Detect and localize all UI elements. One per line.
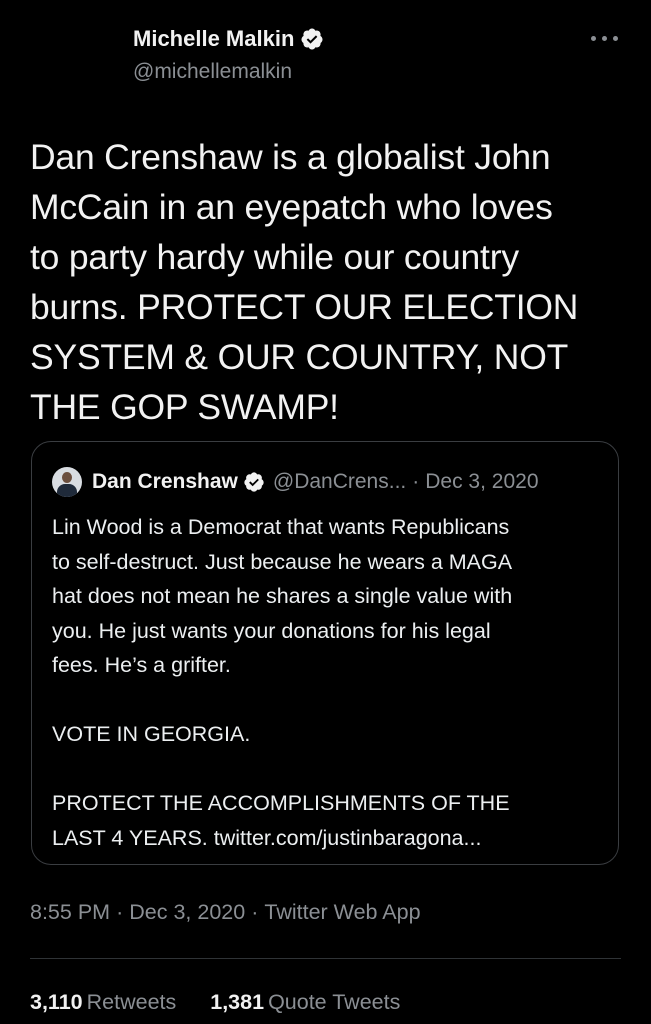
quoted-author-handle: @DanCrens... (272, 470, 407, 493)
more-options-icon[interactable] (588, 28, 622, 48)
tweet-source[interactable]: Twitter Web App (264, 900, 420, 924)
author-avatar[interactable] (30, 22, 112, 104)
quote-tweets-count: 1,381 (210, 990, 265, 1014)
meta-dot: · (116, 900, 124, 924)
quoted-vote-line: VOTE IN GEORGIA. (52, 722, 251, 746)
quoted-separator: · (412, 470, 420, 493)
tweet-text-line: Dan Crenshaw is a globalist John (30, 137, 551, 177)
quoted-link[interactable]: twitter.com/justinbaragona... (214, 826, 482, 850)
quoted-text-line: to self-destruct. Just because he wears … (52, 549, 513, 574)
quote-tweets-label: Quote Tweets (268, 990, 401, 1014)
quoted-author-name: Dan Crenshaw (92, 470, 238, 493)
tweet-text: Dan Crenshaw is a globalist John McCain … (30, 132, 630, 432)
verified-badge-icon (244, 472, 264, 492)
quoted-author-avatar (52, 467, 82, 497)
author-name[interactable]: Michelle Malkin (133, 26, 324, 52)
quote-tweets-stat[interactable]: 1,381 Quote Tweets (210, 990, 400, 1015)
tweet-text-line: to party hardy while our country (30, 237, 519, 277)
quoted-text-line: you. He just wants your donations for hi… (52, 618, 491, 643)
quoted-text-line: hat does not mean he shares a single val… (52, 584, 513, 608)
quoted-protect-prefix: LAST 4 YEARS. (52, 825, 208, 850)
tweet-text-line: burns. PROTECT OUR ELECTION (30, 287, 579, 327)
tweet-text-line: SYSTEM & OUR COUNTRY, NOT (30, 337, 569, 377)
author-handle[interactable]: @michellemalkin (133, 60, 292, 84)
quoted-tweet-header: Dan Crenshaw @DanCrens... · Dec 3, 2020 (52, 466, 539, 498)
tweet-text-line: McCain in an eyepatch who loves (30, 187, 553, 227)
retweets-label: Retweets (86, 990, 177, 1014)
quoted-protect-line: PROTECT THE ACCOMPLISHMENTS OF THE (52, 791, 510, 815)
tweet-time[interactable]: 8:55 PM (30, 900, 110, 924)
tweet-header: Michelle Malkin @michellemalkin (0, 0, 651, 110)
divider (30, 958, 621, 959)
retweets-stat[interactable]: 3,110 Retweets (30, 990, 176, 1015)
tweet-meta: 8:55 PM · Dec 3, 2020 · Twitter Web App (30, 900, 421, 925)
quoted-tweet-card[interactable]: Dan Crenshaw @DanCrens... · Dec 3, 2020 … (31, 441, 619, 865)
meta-dot: · (251, 900, 259, 924)
quoted-protect-line-2: LAST 4 YEARS. twitter.com/justinbaragona… (52, 821, 607, 856)
tweet-text-line: THE GOP SWAMP! (30, 387, 339, 427)
quoted-date: Dec 3, 2020 (425, 470, 539, 493)
author-name-text[interactable]: Michelle Malkin (133, 26, 294, 52)
tweet-date[interactable]: Dec 3, 2020 (129, 900, 245, 924)
verified-badge-icon (301, 28, 323, 50)
quoted-text-line: fees. He’s a grifter. (52, 653, 231, 677)
quoted-text-line: Lin Wood is a Democrat that wants Republ… (52, 515, 510, 539)
tweet-stats: 3,110 Retweets 1,381 Quote Tweets (30, 990, 434, 1015)
retweets-count: 3,110 (30, 990, 83, 1014)
quoted-tweet-text: Lin Wood is a Democrat that wants Republ… (52, 510, 607, 855)
